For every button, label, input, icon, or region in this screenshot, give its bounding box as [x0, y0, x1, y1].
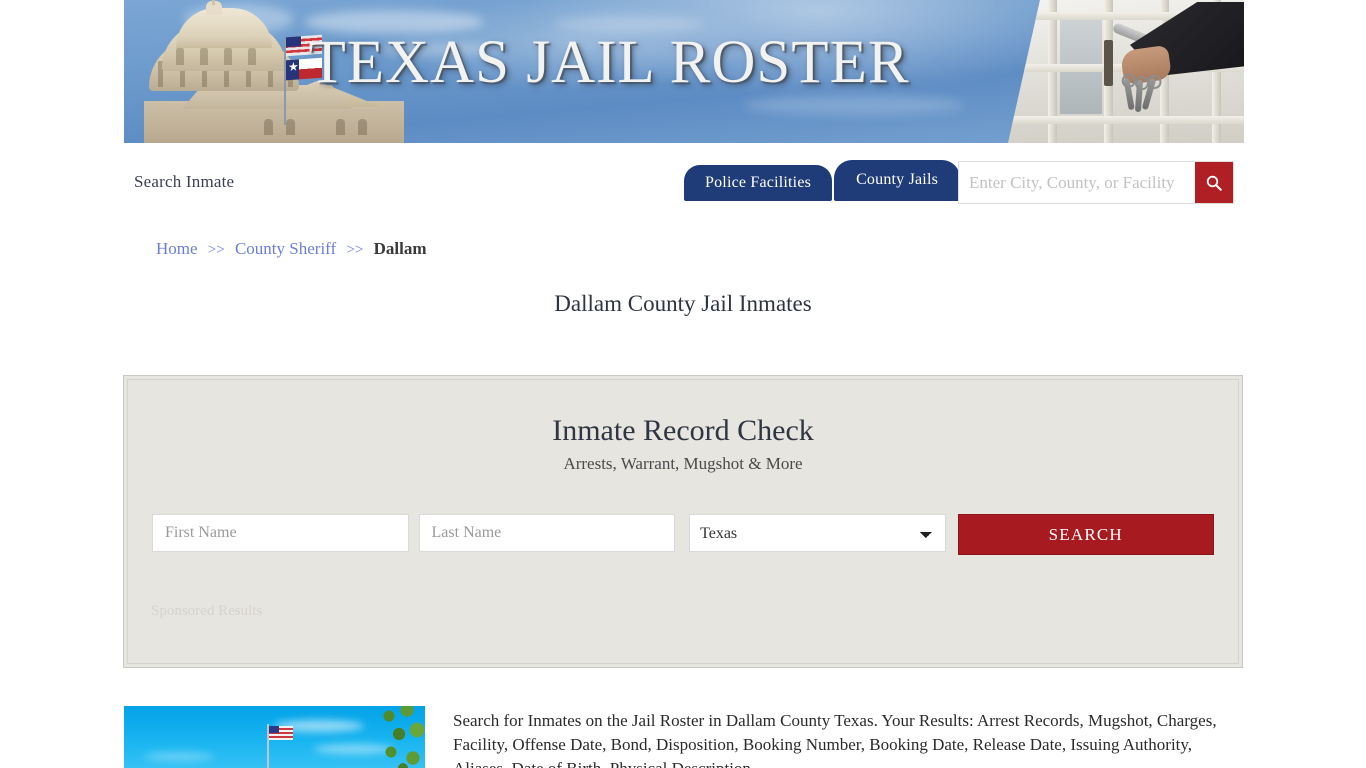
record-check-heading: Inmate Record Check — [552, 414, 814, 447]
banner-title: TEXAS JAIL ROSTER — [308, 29, 910, 96]
cloud-decor — [744, 95, 964, 115]
last-name-input[interactable] — [418, 514, 676, 552]
tab-county-jails[interactable]: County Jails — [834, 160, 961, 201]
facility-search-box — [958, 161, 1234, 204]
search-icon — [1206, 175, 1222, 191]
breadcrumb-item-county-sheriff[interactable]: County Sheriff — [235, 239, 336, 258]
tab-police-facilities[interactable]: Police Facilities — [684, 165, 833, 201]
record-check-form: Texas SEARCH — [152, 514, 1215, 555]
sponsored-results-label: Sponsored Results — [151, 603, 263, 619]
breadcrumb: Home >> County Sheriff >> Dallam — [156, 239, 427, 259]
facility-search-button[interactable] — [1195, 162, 1233, 203]
site-brand-label: Search Inmate — [134, 172, 235, 191]
breadcrumb-item-home[interactable]: Home — [156, 239, 198, 258]
state-select[interactable]: Texas — [689, 514, 946, 552]
record-check-subheading: Arrests, Warrant, Mugshot & More — [563, 454, 803, 473]
content-photo — [124, 706, 425, 768]
facility-search-input[interactable] — [959, 162, 1195, 203]
us-flag-icon — [269, 726, 293, 740]
page-root: TEXAS JAIL ROSTER Search Inmate Police F… — [0, 0, 1366, 768]
breadcrumb-item-current: Dallam — [373, 239, 427, 258]
inmate-record-check-panel: Inmate Record Check Arrests, Warrant, Mu… — [123, 375, 1243, 668]
tree-foliage — [375, 706, 425, 768]
content-paragraph: Search for Inmates on the Jail Roster in… — [453, 711, 1217, 768]
page-title: Dallam County Jail Inmates — [554, 291, 812, 316]
site-banner: TEXAS JAIL ROSTER — [124, 0, 1244, 143]
breadcrumb-separator: >> — [207, 242, 225, 258]
breadcrumb-separator: >> — [346, 242, 364, 258]
record-check-search-button[interactable]: SEARCH — [957, 514, 1215, 555]
facility-tabs: Police Facilities County Jails — [684, 160, 961, 202]
first-name-input[interactable] — [152, 514, 409, 552]
